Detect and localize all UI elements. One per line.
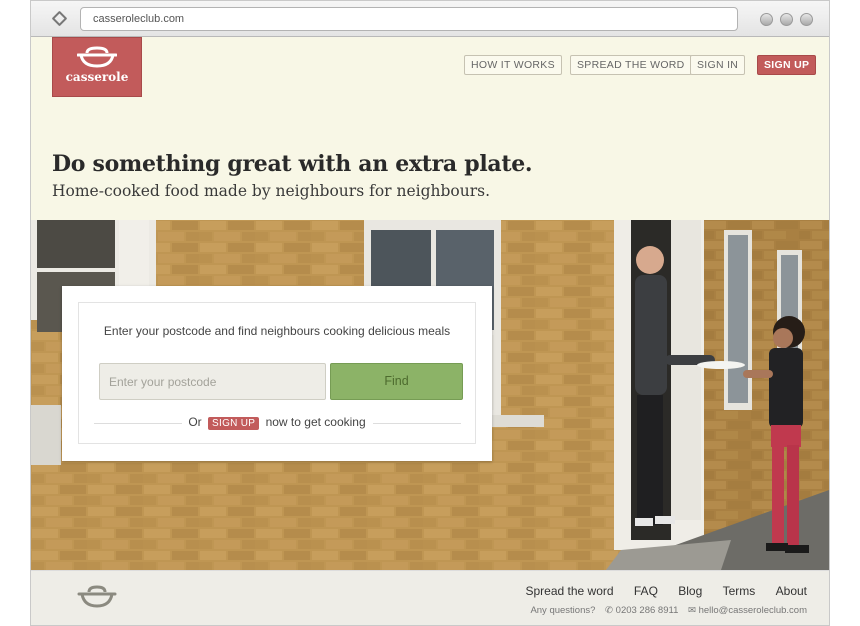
- search-prompt: Enter your postcode and find neighbours …: [103, 324, 451, 338]
- hero-section: Enter your postcode and find neighbours …: [31, 220, 829, 570]
- browser-toolbar: casseroleclub.com: [31, 0, 829, 37]
- footer-contact: Any questions? ✆ 0203 286 8911 ✉ hello@c…: [530, 605, 807, 616]
- casserole-pot-icon: [77, 46, 117, 68]
- search-card: Enter your postcode and find neighbours …: [62, 286, 492, 461]
- site-header: casserole HOW IT WORKS SPREAD THE WORD S…: [31, 37, 829, 220]
- footer-link-blog[interactable]: Blog: [678, 584, 702, 598]
- phone-number[interactable]: 0203 286 8911: [616, 605, 679, 616]
- footer-link-terms[interactable]: Terms: [723, 584, 756, 598]
- page-headline: Do something great with an extra plate.: [52, 151, 533, 177]
- questions-label: Any questions?: [530, 605, 596, 616]
- phone-icon: ✆: [605, 605, 614, 616]
- window-button-1[interactable]: [760, 13, 773, 26]
- inline-sign-up-button[interactable]: SIGN UP: [208, 417, 260, 430]
- postcode-input[interactable]: [99, 363, 326, 400]
- signup-prompt-row: Or SIGN UP now to get cooking: [79, 415, 475, 431]
- page-subheadline: Home-cooked food made by neighbours for …: [52, 182, 491, 200]
- find-button[interactable]: Find: [330, 363, 463, 400]
- nav-sign-up[interactable]: SIGN UP: [757, 55, 817, 75]
- nav-spread-the-word[interactable]: SPREAD THE WORD: [570, 55, 692, 75]
- web-page: casserole HOW IT WORKS SPREAD THE WORD S…: [31, 37, 829, 625]
- footer-link-faq[interactable]: FAQ: [634, 584, 658, 598]
- address-bar[interactable]: casseroleclub.com: [80, 7, 738, 31]
- site-footer: Spread the word FAQ Blog Terms About Any…: [31, 570, 829, 625]
- search-panel: Enter your postcode and find neighbours …: [78, 302, 476, 444]
- footer-link-about[interactable]: About: [776, 584, 807, 598]
- or-text: Or: [188, 415, 202, 429]
- browser-window: casseroleclub.com casserole HOW IT WORKS…: [30, 0, 830, 626]
- nav-how-it-works[interactable]: HOW IT WORKS: [464, 55, 562, 75]
- footer-pot-icon[interactable]: [77, 584, 117, 610]
- window-button-3[interactable]: [800, 13, 813, 26]
- casserole-logo[interactable]: casserole: [52, 37, 142, 97]
- email-address[interactable]: hello@casseroleclub.com: [699, 605, 807, 616]
- window-button-2[interactable]: [780, 13, 793, 26]
- site-identity-icon[interactable]: [51, 10, 68, 27]
- get-cooking-text: now to get cooking: [265, 415, 366, 429]
- footer-link-spread-the-word[interactable]: Spread the word: [525, 584, 613, 598]
- mail-icon: ✉: [688, 605, 696, 616]
- logo-wordmark: casserole: [65, 70, 129, 84]
- nav-sign-in[interactable]: SIGN IN: [690, 55, 746, 75]
- footer-links: Spread the word FAQ Blog Terms About: [508, 584, 807, 598]
